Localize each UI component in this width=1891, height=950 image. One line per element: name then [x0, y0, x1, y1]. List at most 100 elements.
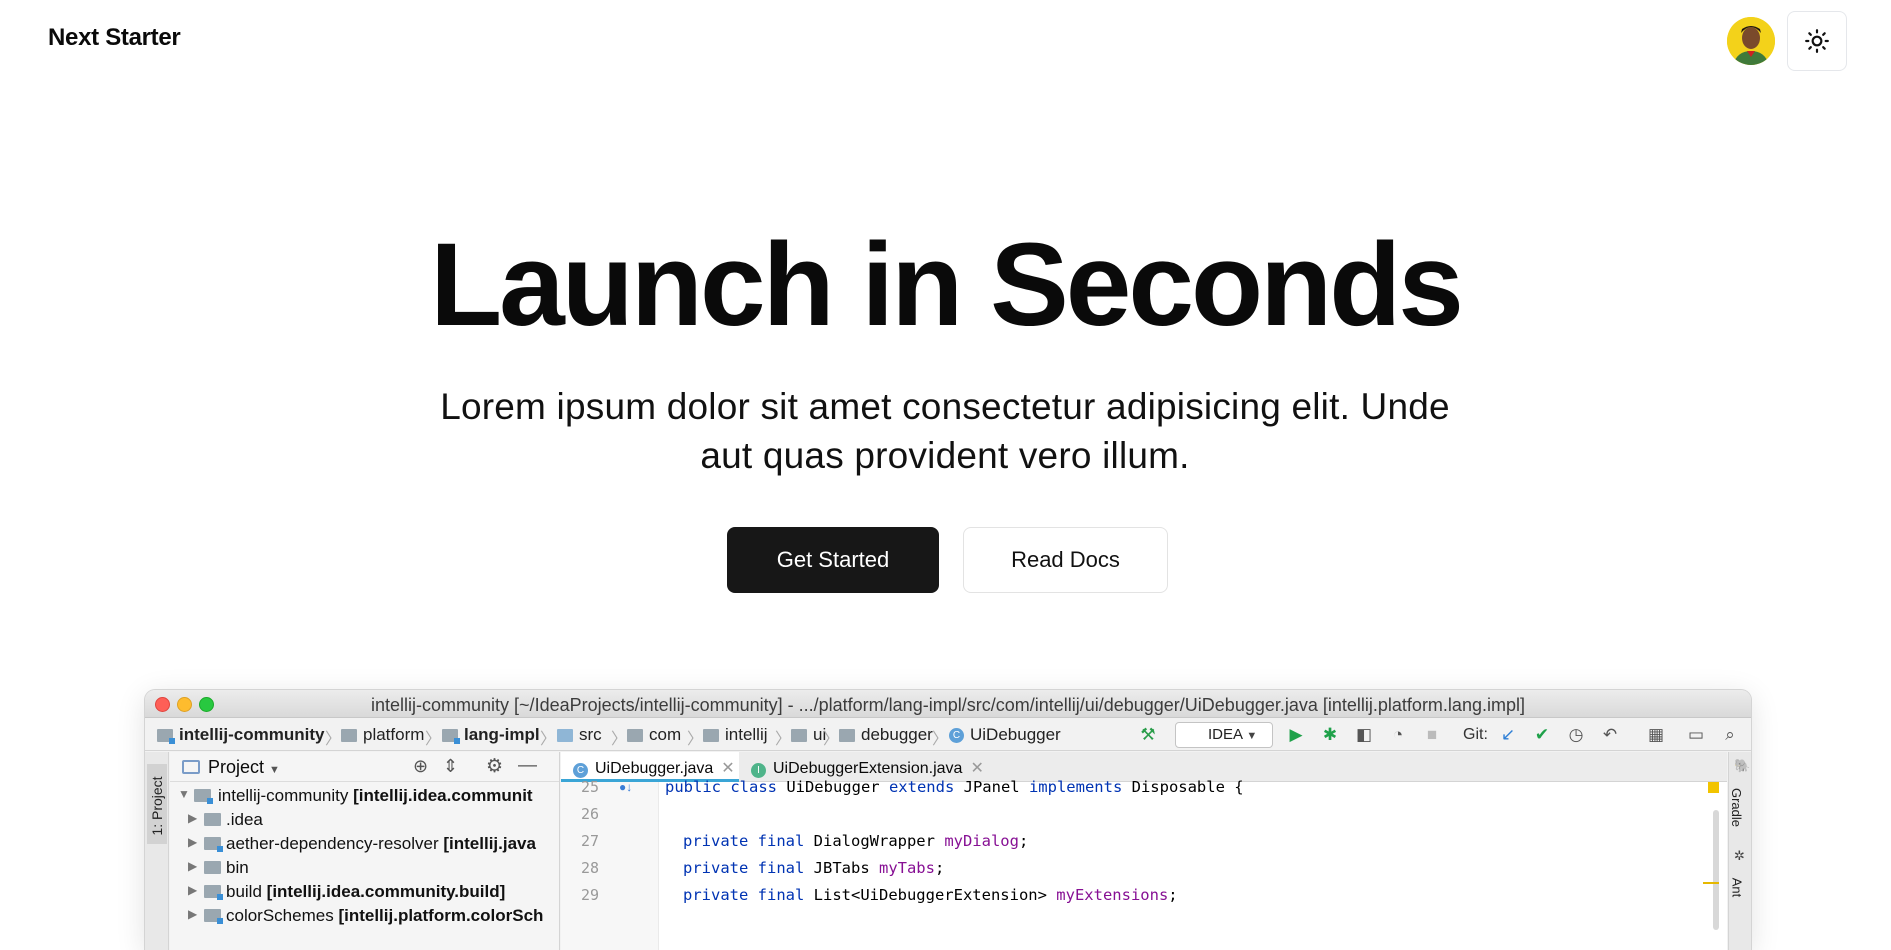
breadcrumb-separator: 〉 [325, 731, 342, 748]
breadcrumb-item: C UiDebugger [949, 725, 1061, 745]
brand-logo[interactable]: Next Starter [48, 24, 181, 52]
gear-icon[interactable]: ⚙ [486, 755, 503, 778]
run-icon[interactable]: ▶ [1285, 724, 1307, 746]
get-started-button[interactable]: Get Started [727, 527, 939, 593]
folder-icon [341, 728, 357, 742]
package-icon [627, 728, 643, 742]
code-editor: C UiDebugger.java ✕ I UiDebuggerExtension.j… [561, 752, 1727, 950]
breadcrumb-item: ui [791, 725, 826, 745]
project-tool-tab[interactable]: 1: Project [147, 764, 167, 844]
line-number: 26 [580, 805, 599, 823]
avatar[interactable] [1727, 17, 1775, 65]
run-config-select[interactable]: IDEA ▼ [1175, 722, 1273, 748]
package-icon [839, 728, 855, 742]
module-folder-icon [204, 909, 223, 924]
ant-tool-tab[interactable]: Ant [1729, 878, 1744, 898]
minimize-icon[interactable]: — [518, 755, 537, 777]
ide-window-title: intellij-community [~/IdeaProjects/intel… [371, 695, 1525, 715]
module-folder-icon [442, 728, 460, 744]
ide-titlebar: intellij-community [~/IdeaProjects/intel… [145, 690, 1751, 718]
tree-item[interactable]: ▶ colorSchemes [intellij.platform.colorS… [170, 904, 559, 928]
left-tool-strip: 1: Project [145, 752, 169, 950]
code-line[interactable]: private final DialogWrapper myDialog; [683, 832, 1028, 850]
breadcrumb-item: intellij-community [157, 725, 324, 745]
line-number: 25 [580, 778, 599, 796]
breadcrumb-separator: 〉 [823, 731, 840, 748]
history-icon[interactable]: ◷ [1565, 724, 1587, 746]
breadcrumb-separator: 〉 [425, 731, 442, 748]
tree-item[interactable]: ▶ aether-dependency-resolver [intellij.j… [170, 832, 559, 856]
breadcrumb-item: intellij [703, 725, 768, 745]
gradle-tool-tab[interactable]: Gradle [1729, 788, 1744, 827]
locate-icon[interactable]: ⊕ [413, 756, 428, 777]
package-icon [703, 728, 719, 742]
line-gutter: 25 ●↓ 26 27 28 29 [561, 778, 659, 950]
chevron-right-icon: ▶ [188, 883, 198, 897]
breadcrumb-separator: 〉 [611, 731, 628, 748]
theme-toggle-button[interactable] [1787, 11, 1847, 71]
project-structure-icon[interactable]: ▦ [1645, 724, 1667, 746]
ant-icon: ✲ [1734, 848, 1745, 863]
close-tab-icon[interactable]: ✕ [970, 760, 983, 777]
gradle-icon: 🐘 [1734, 758, 1751, 773]
hero-title: Launch in Seconds [430, 219, 1464, 351]
avatar-image [1727, 17, 1775, 65]
hero-subtitle-line-2: aut quas provident vero illum. [700, 435, 1190, 476]
collapse-all-icon[interactable]: ⇕ [443, 756, 458, 777]
folder-icon [204, 861, 221, 874]
chevron-right-icon: ▶ [188, 811, 198, 825]
project-pane: Project ▼ ⊕ ⇕ ⚙ — ▼ intellij-community [… [170, 752, 560, 950]
breadcrumb-separator: 〉 [687, 731, 704, 748]
chevron-right-icon: ▶ [188, 859, 198, 873]
debug-icon[interactable]: ✱ [1319, 724, 1341, 746]
editor-scrollbar[interactable] [1713, 810, 1719, 930]
read-docs-button[interactable]: Read Docs [963, 527, 1168, 593]
terminal-icon[interactable]: ▭ [1685, 724, 1707, 746]
chevron-right-icon: ▶ [188, 835, 198, 849]
chevron-down-icon: ▼ [1246, 730, 1258, 742]
profile-icon[interactable]: ◔ [1387, 724, 1409, 746]
project-pane-title[interactable]: Project ▼ [208, 757, 280, 778]
line-number: 28 [580, 859, 599, 877]
module-folder-icon [204, 837, 223, 852]
code-line[interactable]: private final JBTabs myTabs; [683, 859, 944, 877]
breadcrumb-item: src [557, 725, 602, 745]
git-update-icon[interactable]: ↙ [1497, 724, 1519, 746]
hero-subtitle: Lorem ipsum dolor sit amet consectetur a… [395, 382, 1495, 480]
build-hammer-icon[interactable]: ⚒ [1137, 724, 1159, 746]
breadcrumb-item: lang-impl [442, 725, 540, 745]
tree-item[interactable]: ▼ intellij-community [intellij.idea.comm… [170, 784, 559, 808]
warning-marker[interactable] [1708, 782, 1719, 793]
project-view-icon [182, 760, 200, 774]
breadcrumb-item: com [627, 725, 681, 745]
tree-item[interactable]: ▶ .idea [170, 808, 559, 832]
close-tab-icon[interactable]: ✕ [721, 760, 734, 777]
line-number: 29 [580, 886, 599, 904]
ide-screenshot: intellij-community [~/IdeaProjects/intel… [145, 690, 1751, 950]
ide-navigation-bar: intellij-community 〉 platform 〉 lang-imp… [145, 718, 1751, 751]
change-marker [1703, 882, 1719, 884]
code-line[interactable]: private final List<UiDebuggerExtension> … [683, 886, 1178, 904]
chevron-right-icon: ▶ [188, 907, 198, 921]
breadcrumb-separator: 〉 [932, 731, 949, 748]
module-folder-icon [204, 885, 223, 900]
search-icon[interactable]: ⌕ [1719, 724, 1741, 746]
module-folder-icon [194, 789, 213, 804]
code-line[interactable]: public class UiDebugger extends JPanel i… [665, 778, 1244, 796]
source-folder-icon [557, 728, 573, 742]
coverage-icon[interactable]: ◧ [1353, 724, 1375, 746]
implemented-marker-icon[interactable]: ●↓ [619, 780, 632, 794]
sun-icon [1805, 29, 1829, 53]
stop-icon[interactable]: ■ [1421, 724, 1443, 746]
line-number: 27 [580, 832, 599, 850]
tree-item[interactable]: ▶ build [intellij.idea.community.build] [170, 880, 559, 904]
rollback-icon[interactable]: ↶ [1599, 724, 1621, 746]
chevron-down-icon: ▼ [178, 787, 190, 801]
class-icon: C [949, 727, 964, 743]
breadcrumb-item: debugger [839, 725, 933, 745]
folder-icon [204, 813, 221, 826]
breadcrumb-separator: 〉 [540, 731, 557, 748]
tree-item[interactable]: ▶ bin [170, 856, 559, 880]
project-pane-header: Project ▼ ⊕ ⇕ ⚙ — [170, 752, 559, 782]
git-commit-icon[interactable]: ✔ [1531, 724, 1553, 746]
